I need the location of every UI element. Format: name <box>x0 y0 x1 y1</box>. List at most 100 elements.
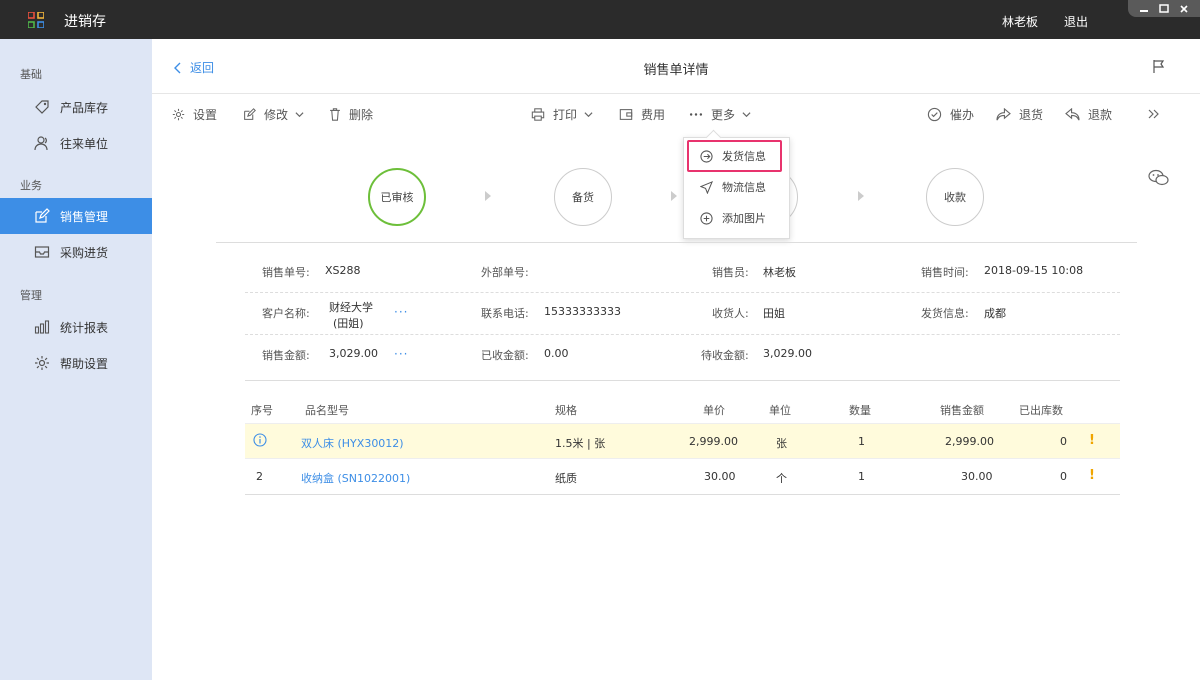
stage-label: 已审核 <box>380 191 414 204</box>
stage-arrow <box>671 191 677 201</box>
customer-contact: (田姐) <box>333 317 364 330</box>
sidebar-item-label: 统计报表 <box>60 320 109 335</box>
amount-cell: 30.00 <box>961 470 993 483</box>
col-header-no: 序号 <box>251 404 273 417</box>
chevron-down-icon <box>742 111 751 117</box>
time-label: 销售时间: <box>921 266 969 279</box>
stage-approved: 已审核 <box>368 168 426 226</box>
sidebar-section-basic: 基础 <box>20 68 42 81</box>
print-button[interactable]: 打印 <box>531 105 593 123</box>
menu-item-logistics-info[interactable]: 物流信息 <box>700 177 766 197</box>
page-title: 销售单详情 <box>643 63 709 78</box>
window-controls <box>1128 0 1200 17</box>
double-chevron-right-icon <box>1148 109 1159 119</box>
logout-link[interactable]: 退出 <box>1064 13 1088 30</box>
col-header-out: 已出库数 <box>1019 404 1063 417</box>
delete-label: 删除 <box>349 107 374 122</box>
chevron-down-icon <box>584 111 593 117</box>
more-label: 更多 <box>711 107 736 122</box>
edit-button[interactable]: 修改 <box>243 105 304 123</box>
sidebar-item-sales[interactable]: 销售管理 <box>0 198 152 234</box>
table-row[interactable]: 2 收纳盒 (SN1022001) 纸质 30.00 个 1 30.00 0 ! <box>245 459 1120 495</box>
sidebar-section-business: 业务 <box>20 179 42 192</box>
fee-button[interactable]: 费用 <box>619 105 665 123</box>
price-cell: 30.00 <box>704 470 736 483</box>
sidebar-item-purchase[interactable]: 采购进货 <box>0 234 152 270</box>
sidebar-section-manage: 管理 <box>20 289 42 302</box>
col-header-qty: 数量 <box>849 404 871 417</box>
delete-button[interactable]: 删除 <box>329 105 373 123</box>
col-header-name: 品名型号 <box>305 404 349 417</box>
print-label: 打印 <box>553 107 578 122</box>
menu-item-label: 物流信息 <box>722 181 766 194</box>
seller-label: 销售员: <box>712 266 749 279</box>
reply-icon <box>1065 107 1080 120</box>
divider <box>245 334 1120 335</box>
settings-label: 设置 <box>193 107 218 122</box>
maximize-icon[interactable] <box>1157 3 1171 15</box>
warning-icon[interactable]: ! <box>1089 433 1095 448</box>
stage-payment: 收款 <box>926 168 984 226</box>
customer-label: 客户名称: <box>262 307 310 320</box>
customer-more-button[interactable]: ··· <box>394 305 408 319</box>
check-circle-icon <box>927 107 942 121</box>
flag-icon[interactable] <box>1152 59 1166 73</box>
sidebar-item-partners[interactable]: 往来单位 <box>0 125 152 161</box>
product-name-link[interactable]: 收纳盒 (SN1022001) <box>301 470 410 486</box>
edit-icon <box>33 207 51 225</box>
sidebar-item-reports[interactable]: 统计报表 <box>0 309 152 345</box>
amount-cell: 2,999.00 <box>945 435 994 448</box>
return-goods-button[interactable]: 退货 <box>996 105 1043 123</box>
urge-label: 催办 <box>950 107 975 122</box>
sidebar: 基础 产品库存 往来单位 业务 销售管理 采购进货 管理 统计报表 帮助设置 <box>0 39 152 680</box>
menu-item-add-image[interactable]: 添加图片 <box>700 208 766 228</box>
minimize-icon[interactable] <box>1137 3 1151 15</box>
fee-label: 费用 <box>641 107 666 122</box>
ship-value: 成都 <box>984 307 1006 320</box>
customer-value: 财经大学 <box>329 301 373 314</box>
urge-button[interactable]: 催办 <box>927 105 974 123</box>
close-icon[interactable] <box>1177 3 1191 15</box>
stage-arrow <box>858 191 864 201</box>
menu-item-label: 添加图片 <box>722 212 766 225</box>
arrow-circle-icon <box>700 149 713 163</box>
col-header-amount: 销售金额 <box>940 404 984 417</box>
divider <box>216 242 1137 243</box>
amount-more-button[interactable]: ··· <box>394 347 408 361</box>
pending-value: 3,029.00 <box>763 347 812 360</box>
info-icon[interactable] <box>253 433 267 447</box>
sidebar-item-products[interactable]: 产品库存 <box>0 89 152 125</box>
ext-no-label: 外部单号: <box>481 266 529 279</box>
settings-button[interactable]: 设置 <box>172 105 217 123</box>
product-name-link[interactable]: 双人床 (HYX30012) <box>301 435 404 451</box>
sidebar-item-help[interactable]: 帮助设置 <box>0 345 152 381</box>
refund-button[interactable]: 退款 <box>1065 105 1112 123</box>
spec-cell: 1.5米 | 张 <box>555 437 606 450</box>
more-button[interactable]: 更多 <box>689 105 751 123</box>
chevron-down-icon <box>295 111 304 117</box>
main-content: 返回 销售单详情 设置 修改 删除 打印 费用 更多 催办 退货 退款 已审核 … <box>152 39 1200 680</box>
received-value: 0.00 <box>544 347 569 360</box>
expand-toolbar-button[interactable] <box>1148 105 1168 123</box>
qty-cell: 1 <box>858 470 865 483</box>
warning-icon[interactable]: ! <box>1089 468 1095 483</box>
wechat-icon[interactable] <box>1148 169 1170 187</box>
receiver-label: 收货人: <box>712 307 749 320</box>
edit-icon <box>244 107 256 120</box>
qty-cell: 1 <box>858 435 865 448</box>
trash-icon <box>330 107 340 121</box>
return-goods-label: 退货 <box>1019 107 1044 122</box>
stage-label: 备货 <box>572 191 594 204</box>
sidebar-item-label: 产品库存 <box>60 100 109 115</box>
table-row[interactable]: 双人床 (HYX30012) 1.5米 | 张 2,999.00 张 1 2,9… <box>245 423 1120 459</box>
stage-arrow <box>485 191 491 201</box>
col-header-price: 单价 <box>703 404 725 417</box>
received-label: 已收金额: <box>481 349 529 362</box>
ship-label: 发货信息: <box>921 307 969 320</box>
app-title: 进销存 <box>64 14 106 30</box>
contacts-icon <box>33 134 51 152</box>
col-header-unit: 单位 <box>769 404 791 417</box>
divider <box>245 292 1120 293</box>
user-name[interactable]: 林老板 <box>1002 13 1038 30</box>
menu-item-shipping-info[interactable]: 发货信息 <box>700 146 766 166</box>
